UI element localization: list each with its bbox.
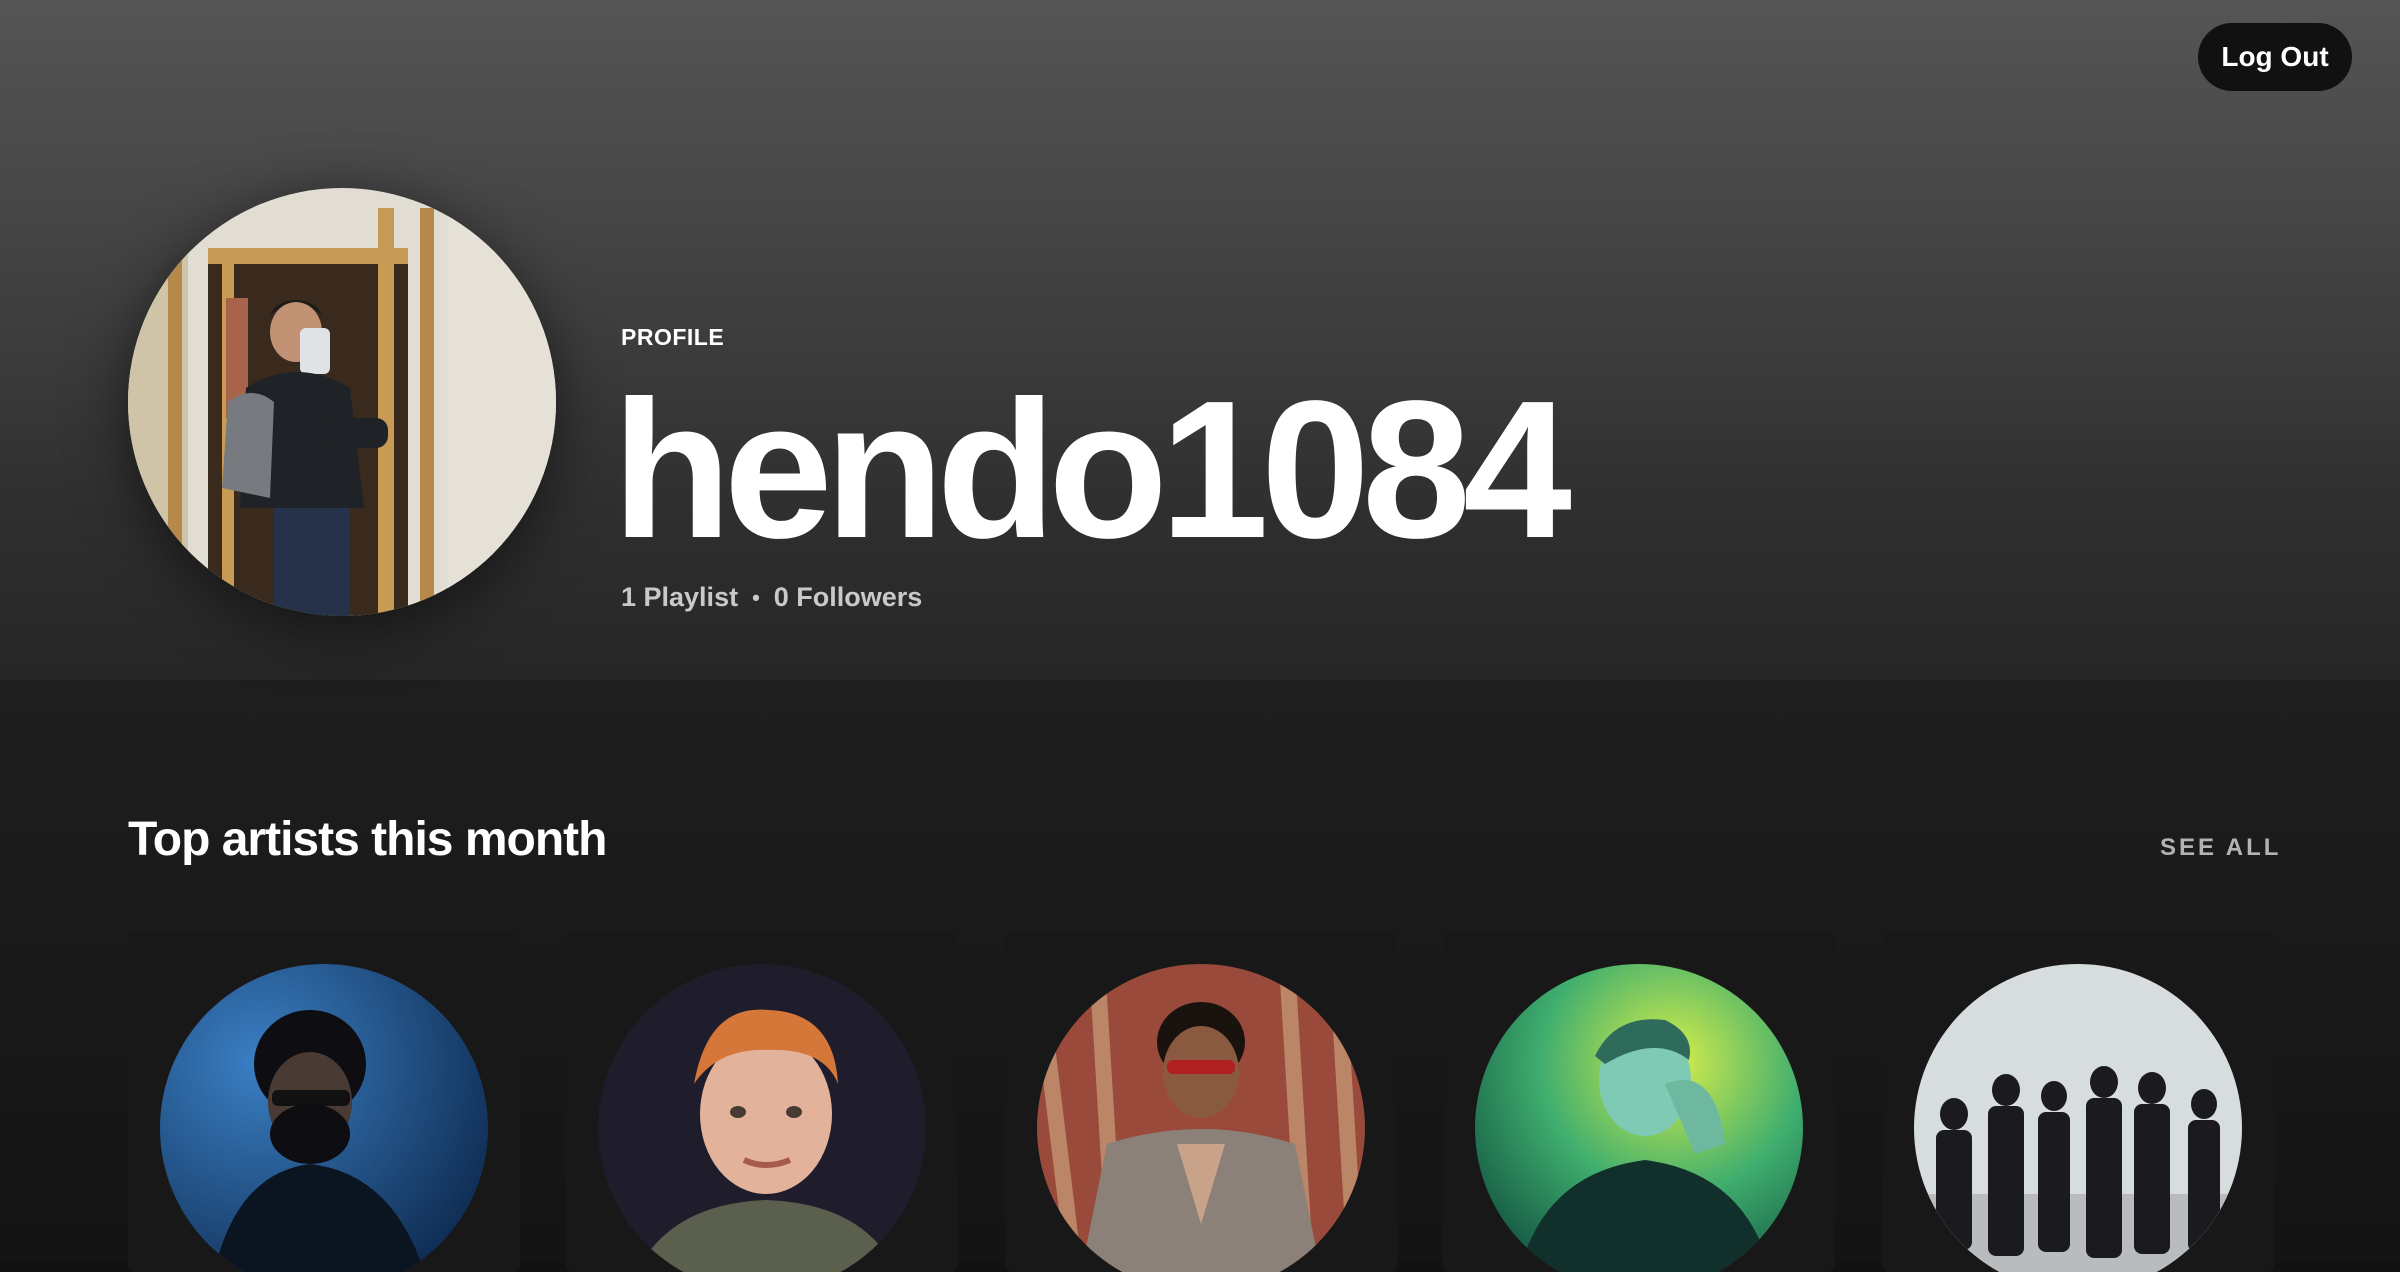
artist-card[interactable]: [1005, 932, 1397, 1272]
artist-card[interactable]: [1882, 932, 2274, 1272]
artist-photo-2: [598, 964, 926, 1272]
artist-photo-5: [1914, 964, 2242, 1272]
followers-count[interactable]: 0 Followers: [774, 582, 923, 613]
artist-photo-4: [1475, 964, 1803, 1272]
artist-image: [1914, 964, 2242, 1272]
profile-avatar[interactable]: [128, 188, 556, 616]
artist-card[interactable]: [1443, 932, 1835, 1272]
top-artists-title[interactable]: Top artists this month: [128, 812, 607, 867]
see-all-link[interactable]: SEE ALL: [2160, 834, 2281, 862]
profile-kicker: PROFILE: [621, 324, 725, 350]
avatar-photo: [128, 188, 556, 616]
playlist-count[interactable]: 1 Playlist: [621, 582, 738, 613]
artist-photo-3: [1037, 964, 1365, 1272]
log-out-button[interactable]: Log Out: [2198, 23, 2352, 91]
artist-card[interactable]: [566, 932, 958, 1272]
artist-image: [1037, 964, 1365, 1272]
stats-separator: •: [752, 584, 760, 610]
artist-image: [598, 964, 926, 1272]
artist-card[interactable]: [128, 932, 520, 1272]
artist-photo-1: [160, 964, 488, 1272]
artist-image: [160, 964, 488, 1272]
artist-image: [1475, 964, 1803, 1272]
username-title: hendo1084: [612, 360, 1572, 579]
profile-stats: 1 Playlist • 0 Followers: [621, 582, 922, 613]
